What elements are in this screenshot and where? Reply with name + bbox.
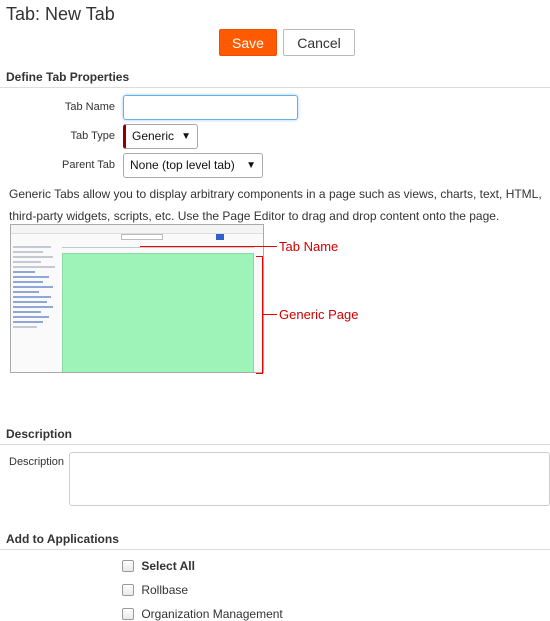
callout-bracket-top bbox=[256, 256, 263, 257]
rollbase-checkbox[interactable] bbox=[122, 584, 134, 596]
preview-search bbox=[121, 234, 163, 240]
select-all-checkbox-row[interactable]: Select All bbox=[122, 559, 195, 573]
page-title: Tab: New Tab bbox=[6, 4, 115, 24]
section-divider bbox=[0, 444, 550, 445]
save-button[interactable]: Save bbox=[219, 29, 277, 56]
cancel-button[interactable]: Cancel bbox=[283, 29, 355, 56]
section-divider bbox=[0, 87, 550, 88]
tab-type-label: Tab Type bbox=[70, 130, 115, 142]
organization-management-checkbox[interactable] bbox=[122, 608, 134, 620]
select-all-label: Select All bbox=[141, 559, 195, 573]
parent-tab-select[interactable]: None (top level tab) ▼ bbox=[123, 153, 263, 178]
callout-tab-name: Tab Name bbox=[279, 239, 339, 254]
parent-tab-value: None (top level tab) bbox=[130, 158, 235, 172]
help-text: Generic Tabs allow you to display arbitr… bbox=[9, 187, 542, 223]
callout-bracket-bottom bbox=[256, 373, 263, 374]
tab-name-label: Tab Name bbox=[64, 101, 115, 113]
parent-tab-label: Parent Tab bbox=[61, 159, 115, 171]
tab-type-select[interactable]: Generic ▼ bbox=[123, 124, 198, 149]
chevron-down-icon: ▼ bbox=[246, 160, 256, 171]
section-header-applications: Add to Applications bbox=[6, 532, 119, 546]
description-textarea[interactable] bbox=[69, 452, 550, 506]
application-checkbox-row[interactable]: Rollbase bbox=[122, 583, 188, 597]
preview-sidebar bbox=[13, 243, 58, 372]
description-label: Description bbox=[9, 456, 65, 468]
preview-generic-page-area bbox=[62, 253, 254, 372]
application-label: Rollbase bbox=[141, 583, 189, 597]
preview-header bbox=[11, 225, 263, 234]
callout-generic-page: Generic Page bbox=[279, 307, 359, 322]
section-header-description: Description bbox=[6, 427, 73, 441]
preview-search-button bbox=[216, 234, 224, 240]
select-all-checkbox[interactable] bbox=[122, 560, 134, 572]
callout-line-tab-name bbox=[140, 246, 264, 247]
callout-line-tab-name-tail bbox=[264, 246, 277, 247]
section-divider bbox=[0, 549, 550, 550]
tab-type-value: Generic bbox=[132, 129, 175, 143]
chevron-down-icon: ▼ bbox=[181, 131, 191, 142]
section-header-define: Define Tab Properties bbox=[6, 70, 130, 84]
callout-line-generic-page bbox=[262, 314, 277, 315]
tab-name-input[interactable] bbox=[123, 95, 298, 120]
